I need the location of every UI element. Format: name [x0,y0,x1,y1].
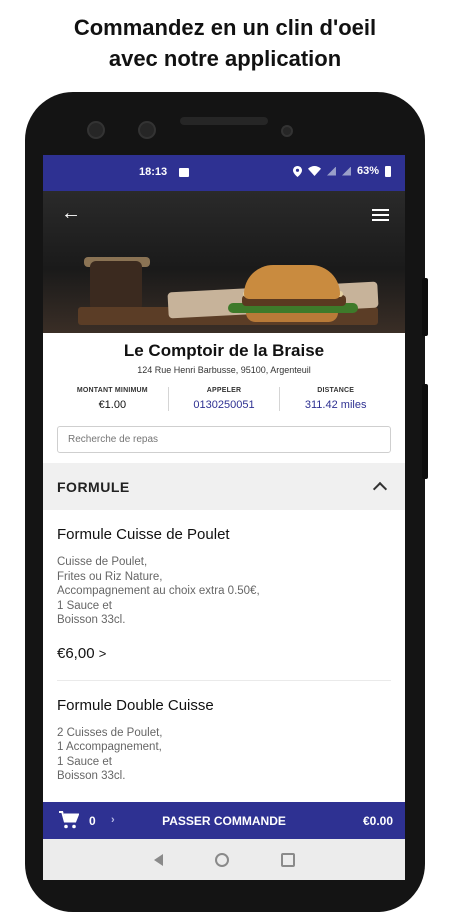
headline-line-1: Commandez en un clin d'oeil [73,15,377,40]
restaurant-name: Le Comptoir de la Braise [123,341,325,360]
order-bar[interactable]: 0 › PASSER COMMANDE €0.00 [43,802,405,839]
earpiece-speaker [180,117,268,125]
menu-item-name: Formule Cuisse de Poulet [57,526,230,543]
status-time: 18:13 [139,166,168,178]
home-circle-icon[interactable] [214,852,229,867]
section-title: FORMULE [57,478,130,495]
chevron-up-icon[interactable] [372,481,388,497]
back-triangle-icon[interactable] [153,853,163,866]
info-distance: DISTANCE 311.42 miles [280,387,391,411]
front-sensor [138,121,156,139]
headline: Commandez en un clin d'oeil avec notre a… [0,12,450,74]
menu-item-price[interactable]: €6,00 > [57,645,391,662]
info-value: 311.42 miles [304,399,367,411]
menu-item[interactable]: Formule Cuisse de Poulet Cuisse de Poule… [43,510,405,681]
info-value: €1.00 [98,399,127,411]
phone-screen: 18:13 63% ← Le Comptoir de la Braise 124… [43,155,405,880]
chevron-right-icon: > [98,645,107,661]
status-icons: 63% [292,165,391,177]
hamburger-menu-icon[interactable] [372,209,389,224]
wifi-icon [307,166,321,176]
location-icon [292,165,302,177]
recents-square-icon[interactable] [280,852,295,867]
info-label: APPELER [206,387,242,394]
image-icon [179,168,189,177]
info-call[interactable]: APPELER 0130250051 [169,387,281,411]
battery-icon [385,165,391,177]
restaurant-hero-image: ← [43,191,405,333]
proximity-sensor [281,125,293,137]
signal-icon [326,166,336,176]
phone-number-link[interactable]: 0130250051 [169,399,280,411]
headline-line-2: avec notre application [108,46,342,71]
info-minimum-amount: MONTANT MINIMUM €1.00 [57,387,169,411]
arrow-left-icon[interactable]: ← [61,203,81,223]
price-value: €6,00 [57,644,95,662]
menu-item-description: Cuisse de Poulet, Frites ou Riz Nature, … [57,556,260,626]
signal-icon [341,166,351,176]
android-navigation-bar [43,839,405,880]
burger-bun-top [244,265,340,299]
status-bar: 18:13 63% [43,155,405,191]
info-label: MONTANT MINIMUM [76,387,148,394]
restaurant-address: 124 Rue Henri Barbusse, 95100, Argenteui… [137,365,311,375]
meal-search-input[interactable] [57,426,391,453]
menu-item[interactable]: Formule Double Cuisse 2 Cuisses de Poule… [43,681,405,784]
side-button [422,384,428,479]
menu-item-description: 2 Cuisses de Poulet, 1 Accompagnement, 1… [57,726,163,783]
order-total: €0.00 [362,814,393,828]
restaurant-infos: MONTANT MINIMUM €1.00 APPELER 0130250051… [43,387,405,411]
front-camera [87,121,105,139]
place-order-button[interactable]: PASSER COMMANDE [43,814,405,828]
menu-item-name: Formule Double Cuisse [57,696,214,714]
battery-percent: 63% [356,165,379,177]
jar [90,261,142,311]
side-button [422,278,428,336]
section-header-formule[interactable]: FORMULE [43,463,405,510]
info-label: DISTANCE [317,387,355,394]
